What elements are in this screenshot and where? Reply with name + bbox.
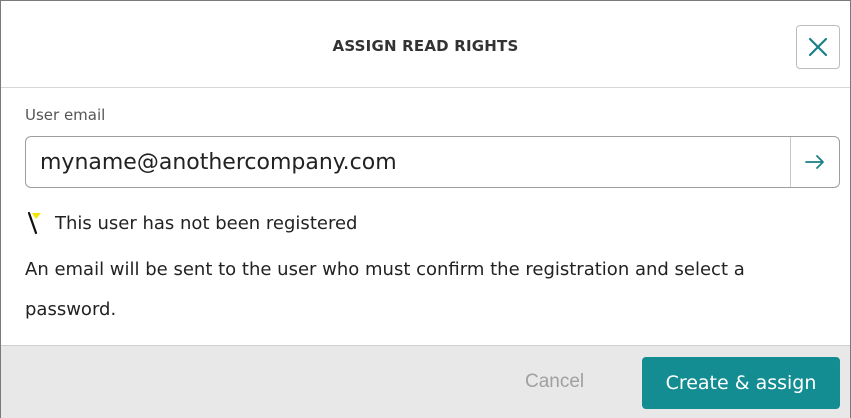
arrow-right-icon bbox=[805, 155, 824, 169]
dialog-body: User email This user has not been regist… bbox=[1, 88, 850, 345]
email-field-label: User email bbox=[25, 106, 106, 124]
assign-read-rights-dialog: ASSIGN READ RIGHTS User email This user … bbox=[0, 0, 851, 418]
close-icon bbox=[808, 37, 828, 57]
cancel-button[interactable]: Cancel bbox=[513, 366, 596, 398]
close-button[interactable] bbox=[796, 25, 840, 69]
dialog-title: ASSIGN READ RIGHTS bbox=[332, 37, 519, 55]
submit-email-button[interactable] bbox=[790, 137, 839, 187]
create-and-assign-button[interactable]: Create & assign bbox=[642, 357, 840, 409]
dialog-header: ASSIGN READ RIGHTS bbox=[1, 1, 850, 88]
registration-warning: This user has not been registered bbox=[25, 211, 357, 235]
warning-text: This user has not been registered bbox=[55, 212, 358, 234]
info-message: An email will be sent to the user who mu… bbox=[25, 259, 745, 320]
dialog-footer: Cancel Create & assign bbox=[1, 345, 850, 418]
email-input-group bbox=[25, 136, 840, 188]
flag-icon bbox=[27, 211, 41, 235]
email-field[interactable] bbox=[26, 137, 790, 187]
